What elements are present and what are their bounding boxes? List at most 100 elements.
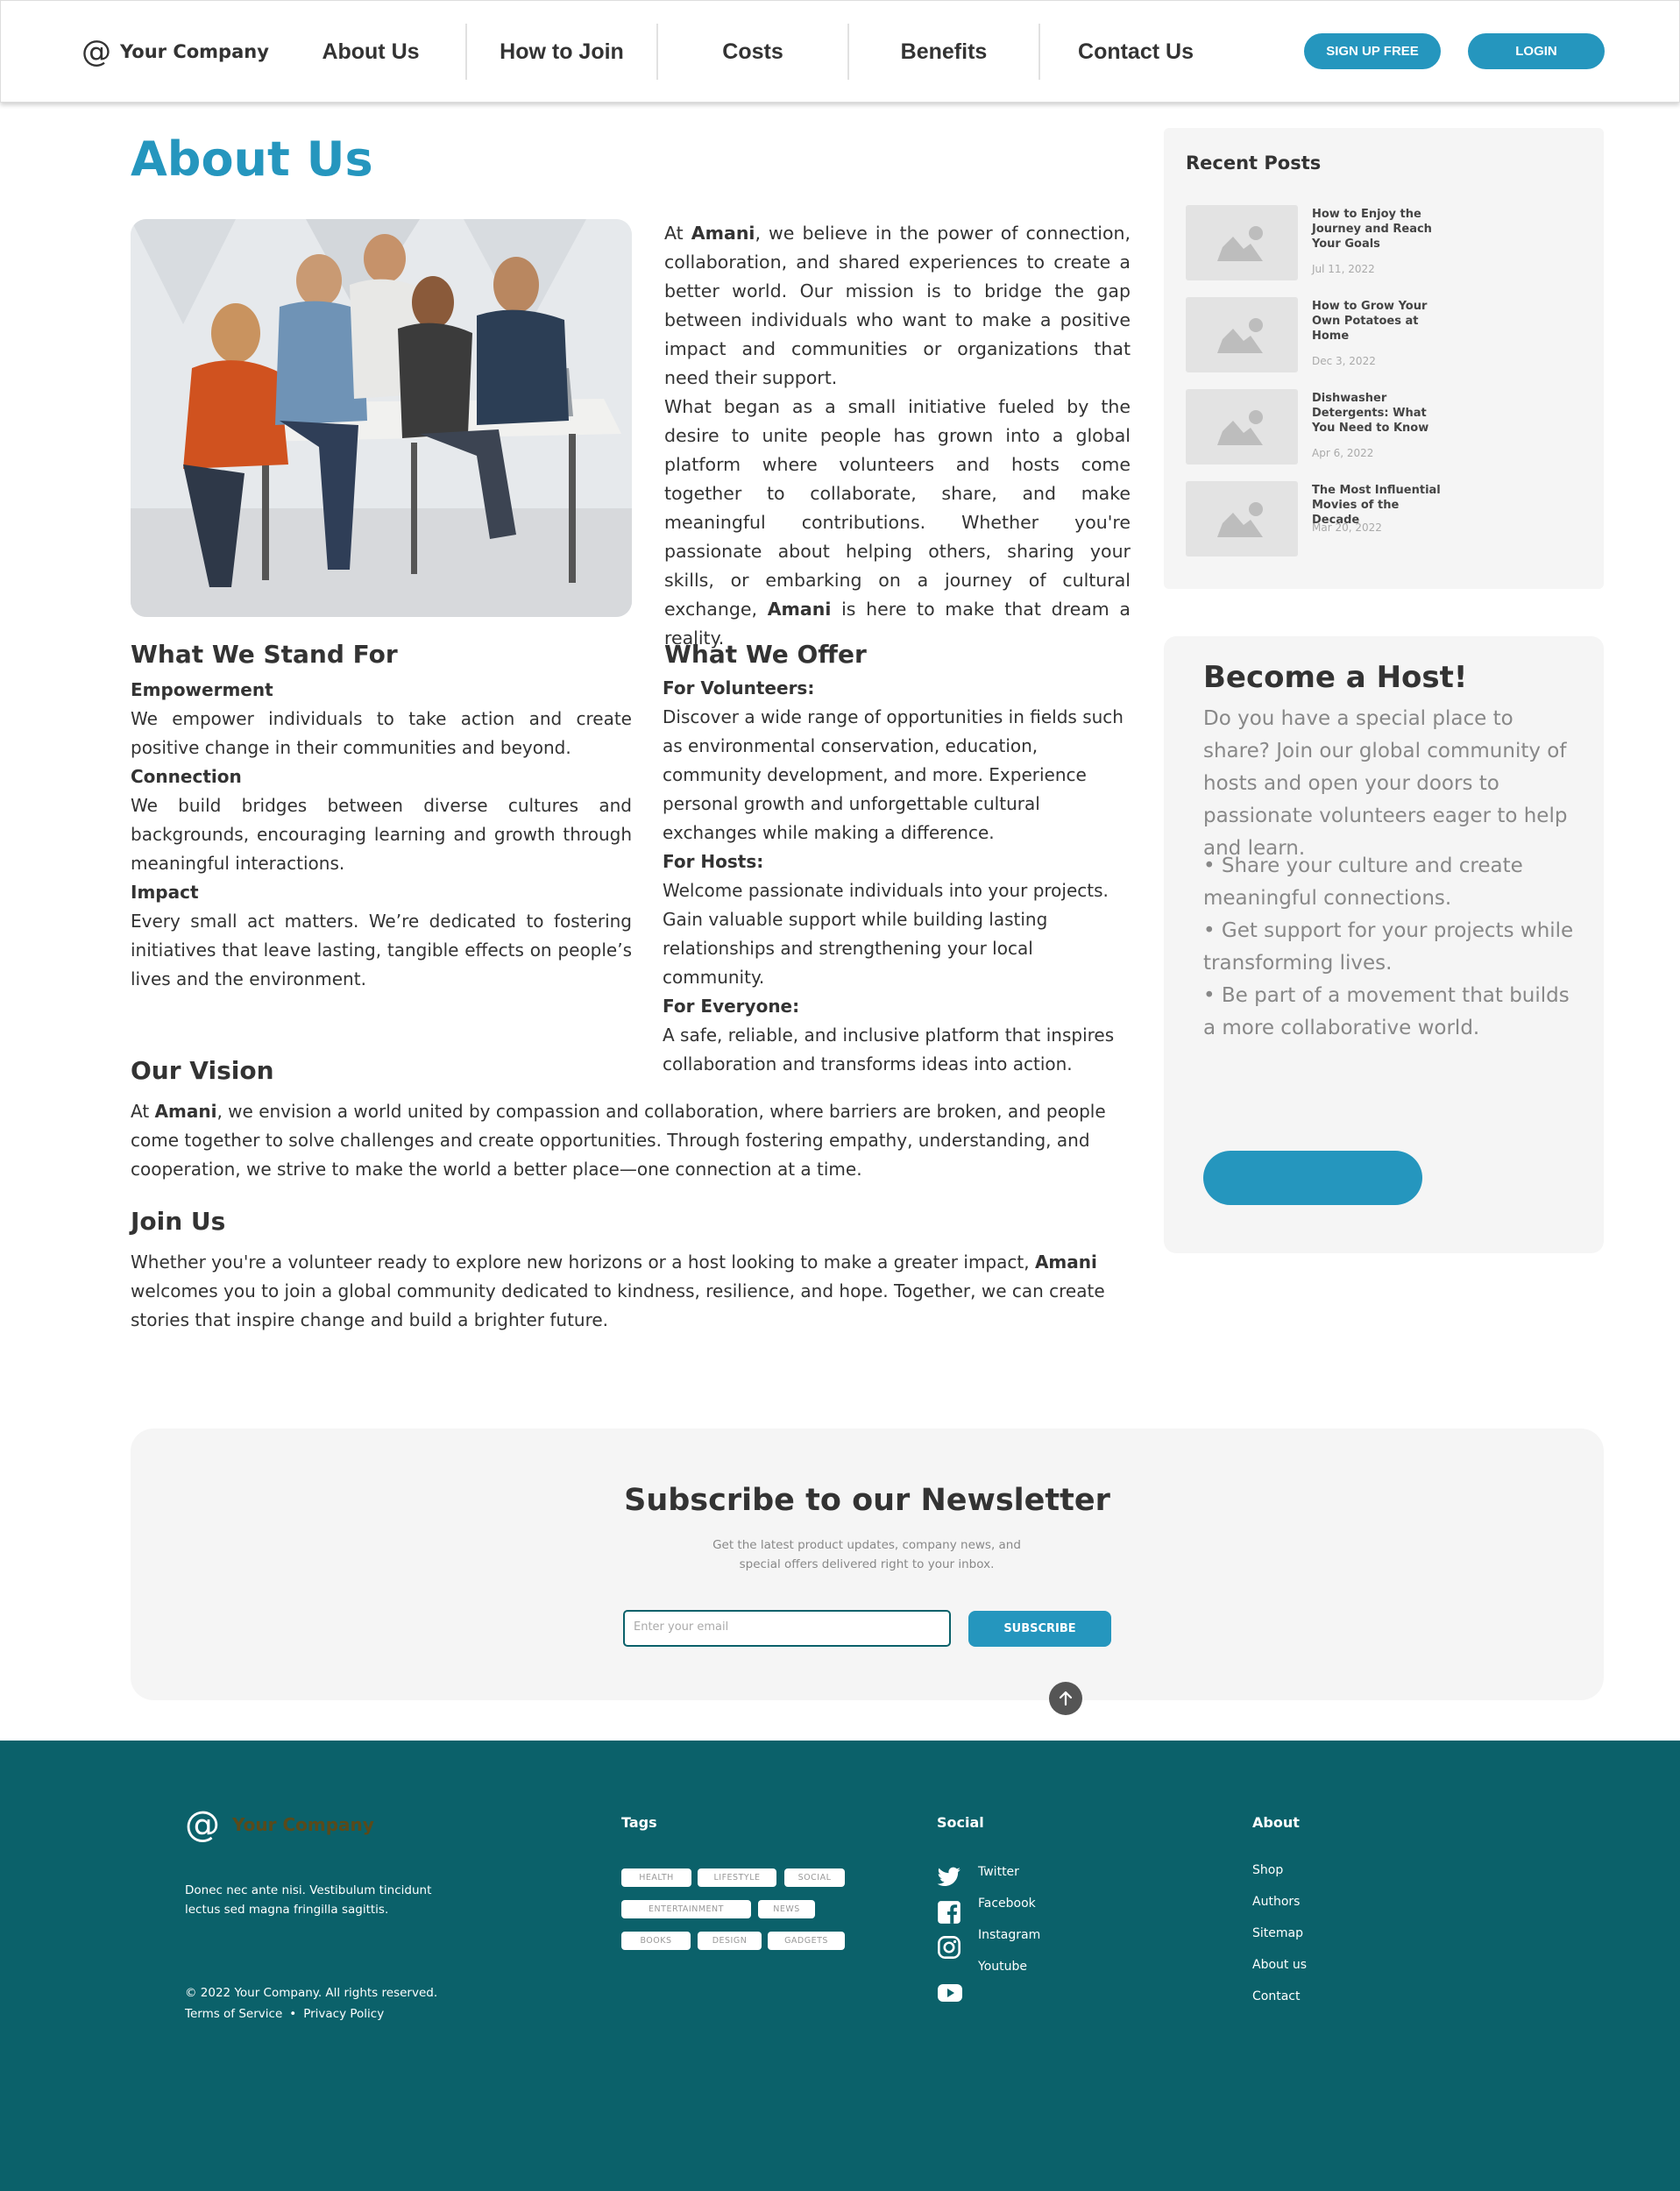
stand-item-label: Impact [131,882,199,903]
social-label: Facebook [978,1897,1036,1911]
facebook-icon [938,1901,961,1924]
intro-p1-pre: At [664,223,691,244]
footer-link-authors[interactable]: Authors [1252,1895,1300,1909]
recent-post-title[interactable]: How to Enjoy the Journey and Reach Your … [1312,207,1443,252]
tag-books[interactable]: BOOKS [621,1932,691,1950]
brand-name: Amani [154,1101,217,1122]
offer-item-label: For Everyone: [663,996,800,1017]
privacy-link[interactable]: Privacy Policy [303,2003,384,2024]
terms-link[interactable]: Terms of Service [185,2003,282,2024]
tag-news[interactable]: NEWS [758,1900,815,1918]
recent-post-title[interactable]: How to Grow Your Own Potatoes at Home [1312,299,1443,344]
tag-social[interactable]: SOCIAL [784,1868,845,1887]
image-placeholder-icon [1186,205,1298,280]
stand-item-label: Connection [131,766,242,787]
offer-item-text: Discover a wide range of opportunities i… [663,706,1124,843]
recent-post[interactable]: How to Grow Your Own Potatoes at Home De… [1186,297,1589,372]
social-label: Twitter [978,1865,1019,1879]
host-bullet: • Share your culture and create meaningf… [1203,854,1523,910]
offer-section: What We Offer For Volunteers: Discover a… [663,640,1131,1079]
email-input[interactable]: Enter your email [623,1610,951,1647]
footer-link-shop[interactable]: Shop [1252,1863,1283,1877]
vision-post: , we envision a world united by compassi… [131,1101,1106,1180]
about-heading: About [1252,1814,1300,1831]
host-bullet: • Be part of a movement that builds a mo… [1203,984,1570,1039]
tag-lifestyle[interactable]: LIFESTYLE [698,1868,776,1887]
logo[interactable]: @ Your Company [82,34,269,69]
sign-up-button[interactable]: SIGN UP FREE [1304,33,1441,69]
brand-name: Amani [691,223,755,244]
brand-name: Amani [767,599,832,620]
join-text: Whether you're a volunteer ready to expl… [131,1248,1130,1335]
tag-entertainment[interactable]: ENTERTAINMENT [621,1900,751,1918]
join-title: Join Us [131,1207,226,1236]
tags-heading: Tags [621,1814,657,1831]
page-title: About Us [131,131,373,187]
login-button[interactable]: LOGIN [1468,33,1605,69]
youtube-icon [938,1984,962,2002]
stand-item-text: We build bridges between diverse culture… [131,795,632,874]
social-label: Instagram [978,1928,1041,1942]
social-facebook[interactable]: Facebook [937,1895,1112,1924]
offer-title: What We Offer [664,640,867,669]
link-separator: • [289,2007,297,2021]
nav-costs[interactable]: Costs [658,24,849,80]
copyright-text: © 2022 Your Company. All rights reserved… [185,1986,438,2000]
intro-paragraph-2: What began as a small initiative fueled … [664,393,1131,653]
vision-text: At Amani, we envision a world united by … [131,1097,1125,1184]
brand-name: Amani [1034,1251,1097,1273]
footer-link-about-us[interactable]: About us [1252,1958,1307,1972]
become-host-button[interactable] [1203,1151,1422,1205]
hero-image [131,219,632,617]
nav-about-us[interactable]: About Us [276,24,467,80]
footer-link-sitemap[interactable]: Sitemap [1252,1926,1303,1940]
footer-copyright-block: © 2022 Your Company. All rights reserved… [185,1982,437,2024]
image-placeholder-icon [1186,297,1298,372]
recent-post[interactable]: Dishwasher Detergents: What You Need to … [1186,389,1589,464]
tag-gadgets[interactable]: GADGETS [768,1932,845,1950]
vision-title: Our Vision [131,1056,274,1085]
intro-p2: What began as a small initiative fueled … [664,396,1131,620]
youtube-icon-row[interactable] [937,1973,1112,2002]
newsletter-section: Subscribe to our Newsletter Get the late… [131,1429,1604,1700]
footer-description: Donec nec ante nisi. Vestibulum tincidun… [185,1883,432,1917]
social-instagram[interactable]: Instagram [937,1926,1112,1959]
recent-posts-title: Recent Posts [1186,152,1322,174]
vision-pre: At [131,1101,155,1122]
offer-item-label: For Hosts: [663,851,764,872]
image-placeholder-icon [1186,481,1298,557]
offer-item-text: Welcome passionate individuals into your… [663,880,1109,988]
newsletter-title: Subscribe to our Newsletter [624,1483,1110,1518]
tag-health[interactable]: HEALTH [621,1868,691,1887]
recent-post-date: Apr 6, 2022 [1312,447,1374,459]
vision-section: Our Vision At Amani, we envision a world… [131,1056,1125,1184]
twitter-icon [937,1867,961,1887]
host-description: Do you have a special place to share? Jo… [1203,707,1568,860]
nav-how-to-join[interactable]: How to Join [467,24,658,80]
at-logo-icon: @ [185,1805,220,1845]
main-nav: About Us How to Join Costs Benefits Cont… [276,24,1231,80]
footer-logo[interactable]: @ Your Company [185,1805,374,1845]
at-logo-icon: @ [82,34,111,69]
nav-contact-us[interactable]: Contact Us [1040,24,1231,80]
recent-post-title[interactable]: Dishwasher Detergents: What You Need to … [1312,391,1443,436]
intro-paragraph-1: At Amani, we believe in the power of con… [664,219,1131,393]
footer-link-contact[interactable]: Contact [1252,1989,1300,2003]
site-header: @ Your Company About Us How to Join Cost… [0,0,1680,103]
host-bullet: • Get support for your projects while tr… [1203,919,1574,975]
stand-item-text: We empower individuals to take action an… [131,708,632,758]
stand-for-section: What We Stand For Empowerment We empower… [131,640,632,994]
become-host-panel: Become a Host! Do you have a special pla… [1164,636,1604,1253]
subscribe-button[interactable]: SUBSCRIBE [968,1611,1111,1647]
intro-p1-post: , we believe in the power of connection,… [664,223,1131,388]
arrow-up-icon [1059,1691,1073,1706]
instagram-icon [938,1936,961,1959]
social-twitter[interactable]: Twitter [937,1863,1112,1890]
scroll-to-top-button[interactable] [1049,1682,1082,1715]
nav-benefits[interactable]: Benefits [849,24,1040,80]
recent-post[interactable]: How to Enjoy the Journey and Reach Your … [1186,205,1589,280]
legal-links: Terms of Service • Privacy Policy [185,2003,437,2024]
recent-post[interactable]: The Most Influential Movies of the Decad… [1186,481,1589,557]
newsletter-description: Get the latest product updates, company … [712,1538,1021,1571]
tag-design[interactable]: DESIGN [698,1932,762,1950]
